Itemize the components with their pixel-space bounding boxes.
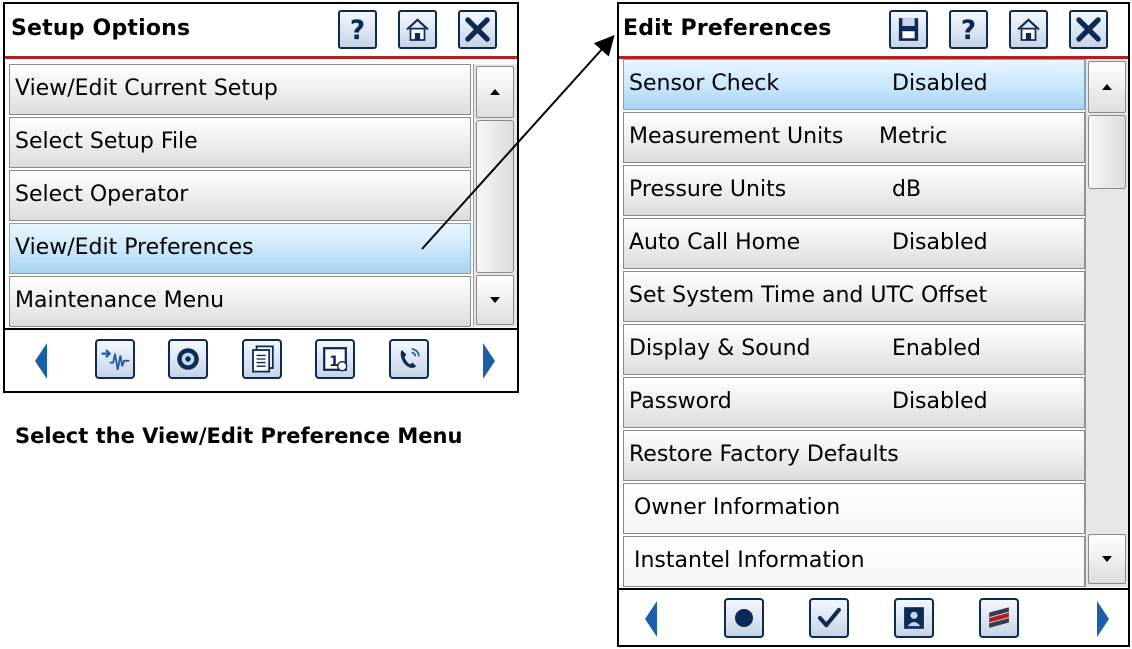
- scroll-up-button[interactable]: [476, 66, 514, 118]
- pref-label: Pressure Units: [629, 177, 787, 202]
- arrow-up-icon: [1102, 84, 1112, 90]
- scroll-thumb[interactable]: [476, 120, 514, 273]
- pref-value: Disabled: [892, 71, 988, 96]
- setup-options-titlebar: Setup Options ?: [5, 4, 517, 59]
- pref-label: Sensor Check: [629, 71, 780, 96]
- phone-button[interactable]: [389, 339, 429, 379]
- home-button[interactable]: [398, 10, 437, 49]
- help-icon: ?: [961, 16, 976, 46]
- calendar-button[interactable]: 1: [315, 339, 355, 379]
- pref-row-owner-information[interactable]: Owner Information: [623, 483, 1085, 534]
- setup-options-window: Setup Options ? View/Edit Current Setup …: [3, 2, 519, 393]
- pref-row-password[interactable]: Password Disabled: [623, 377, 1085, 428]
- checkmark-icon: [817, 607, 841, 628]
- pref-label: Auto Call Home: [629, 230, 801, 255]
- documents-button[interactable]: [242, 339, 282, 379]
- home-icon: [1017, 18, 1040, 41]
- contact-card-button[interactable]: [894, 598, 934, 638]
- edit-preferences-titlebar: Edit Preferences ?: [619, 4, 1128, 59]
- home-button[interactable]: [1009, 10, 1048, 49]
- menu-item-label: Maintenance Menu: [15, 288, 225, 313]
- settings-badge-button[interactable]: [168, 339, 208, 379]
- title-underline: [5, 56, 517, 59]
- pref-label: Measurement Units: [629, 124, 844, 149]
- menu-item-label: View/Edit Current Setup: [15, 76, 278, 101]
- svg-text:?: ?: [350, 16, 365, 46]
- record-icon: [735, 609, 753, 627]
- phone-icon: [400, 348, 420, 368]
- pref-value: dB: [892, 177, 922, 202]
- record-button[interactable]: [724, 598, 764, 638]
- pref-value: Disabled: [892, 389, 988, 414]
- menu-item-select-setup-file[interactable]: Select Setup File: [9, 117, 471, 168]
- pref-value: Metric: [879, 124, 948, 149]
- flag-button[interactable]: [979, 598, 1019, 638]
- edit-preferences-window: Edit Preferences ? Sensor Check Disabled: [617, 2, 1130, 647]
- arrow-up-icon: [490, 89, 500, 95]
- menu-item-select-operator[interactable]: Select Operator: [9, 170, 471, 221]
- help-icon: ?: [350, 16, 365, 46]
- menu-item-maintenance-menu[interactable]: Maintenance Menu: [9, 276, 471, 327]
- scroll-down-button[interactable]: [476, 275, 514, 325]
- pref-label: Display & Sound: [629, 336, 811, 361]
- calendar-icon: 1: [323, 347, 348, 372]
- pref-label: Password: [629, 389, 732, 414]
- instruction-caption: Select the View/Edit Preference Menu: [15, 424, 463, 448]
- scroll-up-button[interactable]: [1088, 61, 1126, 113]
- close-icon: [1076, 17, 1101, 42]
- pref-label: Restore Factory Defaults: [629, 442, 899, 467]
- pref-label: Owner Information: [634, 495, 841, 520]
- svg-text:?: ?: [961, 16, 976, 46]
- close-button[interactable]: [458, 10, 497, 49]
- menu-item-label: Select Operator: [15, 182, 189, 207]
- pref-row-auto-call-home[interactable]: Auto Call Home Disabled: [623, 218, 1085, 269]
- waveform-button[interactable]: [95, 339, 135, 379]
- arrow-down-icon: [1102, 556, 1112, 562]
- menu-item-label: View/Edit Preferences: [15, 235, 254, 260]
- save-button[interactable]: [889, 10, 928, 49]
- waveform-icon: [101, 349, 130, 370]
- arrow-down-icon: [490, 297, 500, 303]
- window-title: Setup Options: [11, 16, 191, 41]
- documents-icon: [252, 345, 274, 373]
- help-button[interactable]: ?: [338, 10, 377, 49]
- menu-item-view-edit-current-setup[interactable]: View/Edit Current Setup: [9, 64, 471, 115]
- nav-left-icon[interactable]: [645, 601, 657, 637]
- close-button[interactable]: [1069, 10, 1108, 49]
- pref-value: Enabled: [892, 336, 981, 361]
- flag-icon: [989, 607, 1009, 628]
- pref-value: Disabled: [892, 230, 988, 255]
- pref-row-set-system-time[interactable]: Set System Time and UTC Offset: [623, 271, 1085, 322]
- pref-row-instantel-information[interactable]: Instantel Information: [623, 536, 1085, 587]
- nav-right-icon[interactable]: [1097, 601, 1109, 637]
- menu-item-label: Select Setup File: [15, 129, 198, 154]
- save-icon: [898, 18, 919, 41]
- pref-row-sensor-check[interactable]: Sensor Check Disabled: [623, 59, 1085, 110]
- checkmark-button[interactable]: [809, 598, 849, 638]
- pref-row-measurement-units[interactable]: Measurement Units Metric: [623, 112, 1085, 163]
- pref-row-display-sound[interactable]: Display & Sound Enabled: [623, 324, 1085, 375]
- pref-row-pressure-units[interactable]: Pressure Units dB: [623, 165, 1085, 216]
- window-title: Edit Preferences: [623, 16, 832, 41]
- home-icon: [406, 18, 429, 41]
- menu-item-view-edit-preferences[interactable]: View/Edit Preferences: [9, 223, 471, 274]
- pref-label: Instantel Information: [634, 548, 865, 573]
- scrollbar[interactable]: [1085, 59, 1128, 587]
- scroll-down-button[interactable]: [1088, 534, 1126, 584]
- contact-card-icon: [904, 607, 924, 629]
- settings-badge-icon: [177, 348, 199, 370]
- pref-row-restore-factory-defaults[interactable]: Restore Factory Defaults: [623, 430, 1085, 481]
- help-button[interactable]: ?: [949, 10, 988, 49]
- scrollbar[interactable]: [473, 64, 517, 327]
- bottom-toolbar: [619, 588, 1128, 645]
- bottom-toolbar: 1: [5, 328, 517, 391]
- pref-label: Set System Time and UTC Offset: [629, 283, 988, 308]
- scroll-thumb[interactable]: [1088, 115, 1126, 189]
- nav-left-icon[interactable]: [35, 343, 47, 379]
- close-icon: [465, 17, 490, 42]
- nav-right-icon[interactable]: [483, 343, 495, 379]
